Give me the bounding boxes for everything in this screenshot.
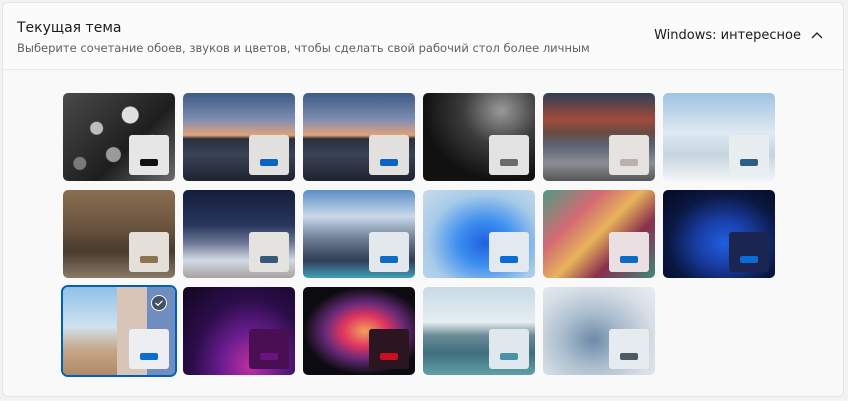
theme-tile-mountain-road[interactable]: [543, 93, 655, 181]
theme-tile-bloom-dark[interactable]: [663, 190, 775, 278]
theme-tile-blossom-beach[interactable]: [61, 285, 177, 377]
section-subtitle: Выберите сочетание обоев, звуков и цвето…: [17, 41, 590, 55]
window-color-swatch: [729, 232, 769, 272]
accent-color-bar: [380, 352, 398, 360]
accent-color-bar: [380, 158, 398, 166]
window-color-swatch: [609, 232, 649, 272]
theme-tile-bloom-light[interactable]: [423, 190, 535, 278]
accent-color-bar: [260, 255, 278, 263]
theme-tile-dragon-art[interactable]: [543, 190, 655, 278]
theme-tile-snowy-trees[interactable]: [663, 93, 775, 181]
chevron-up-icon[interactable]: [807, 25, 827, 45]
window-color-swatch: [609, 329, 649, 369]
theme-header[interactable]: Текущая тема Выберите сочетание обоев, з…: [3, 3, 843, 70]
accent-color-bar: [140, 158, 158, 166]
accent-color-bar: [740, 158, 758, 166]
accent-color-bar: [140, 352, 158, 360]
theme-tile-glacier-lake[interactable]: [303, 190, 415, 278]
theme-gallery: [3, 70, 843, 396]
window-color-swatch: [129, 329, 169, 369]
accent-color-bar: [260, 158, 278, 166]
current-theme-name: Windows: интересное: [654, 28, 801, 43]
accent-color-bar: [260, 352, 278, 360]
accent-color-bar: [500, 352, 518, 360]
theme-tile-lofoten-sunset[interactable]: [303, 93, 415, 181]
window-color-swatch: [369, 329, 409, 369]
window-color-swatch: [609, 135, 649, 175]
selected-check-icon: [151, 295, 167, 311]
window-color-swatch: [489, 135, 529, 175]
accent-color-bar: [500, 158, 518, 166]
theme-tile-color-flow[interactable]: [303, 287, 415, 375]
accent-color-bar: [500, 255, 518, 263]
window-color-swatch: [369, 135, 409, 175]
theme-tile-grey-cubes[interactable]: [63, 93, 175, 181]
window-color-swatch: [489, 232, 529, 272]
theme-settings-card: Текущая тема Выберите сочетание обоев, з…: [2, 2, 844, 397]
accent-color-bar: [620, 352, 638, 360]
accent-color-bar: [740, 255, 758, 263]
theme-tile-soft-bloom[interactable]: [543, 287, 655, 375]
section-title: Текущая тема: [17, 20, 122, 36]
window-color-swatch: [489, 329, 529, 369]
window-color-swatch: [729, 135, 769, 175]
theme-tile-dark-curves[interactable]: [423, 93, 535, 181]
theme-tile-night-snow[interactable]: [183, 190, 295, 278]
theme-tile-lofoten-sunset[interactable]: [183, 93, 295, 181]
window-color-swatch: [249, 329, 289, 369]
accent-color-bar: [620, 255, 638, 263]
window-color-swatch: [369, 232, 409, 272]
theme-tile-calm-lake[interactable]: [423, 287, 535, 375]
window-color-swatch: [249, 232, 289, 272]
accent-color-bar: [140, 255, 158, 263]
accent-color-bar: [620, 158, 638, 166]
window-color-swatch: [129, 232, 169, 272]
theme-tile-sepia-tower[interactable]: [63, 190, 175, 278]
theme-tile-purple-glow[interactable]: [183, 287, 295, 375]
window-color-swatch: [249, 135, 289, 175]
accent-color-bar: [380, 255, 398, 263]
window-color-swatch: [129, 135, 169, 175]
theme-grid: [61, 93, 775, 377]
